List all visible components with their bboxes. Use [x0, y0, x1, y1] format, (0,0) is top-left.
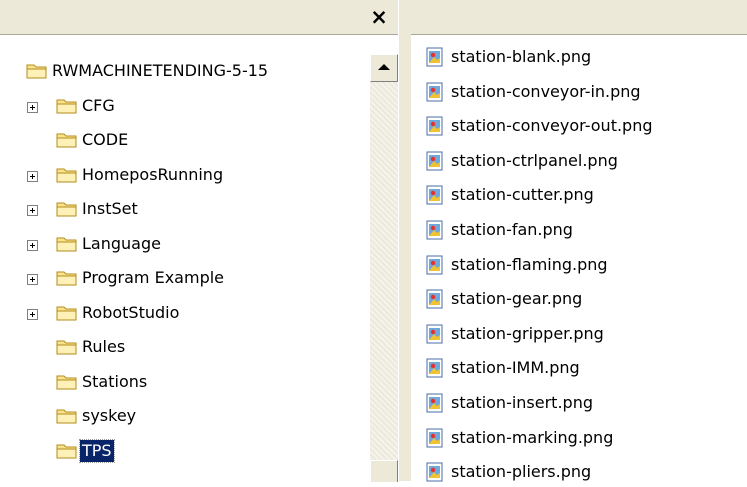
file-name: station-marking.png	[451, 427, 614, 447]
file-pane-header	[411, 0, 747, 35]
file-name: station-ctrlpanel.png	[451, 150, 618, 170]
file-name: station-conveyor-out.png	[451, 116, 653, 136]
tree-node-label[interactable]: RWMACHINETENDING-5-15	[50, 60, 270, 82]
tree-node-label[interactable]: CFG	[80, 95, 117, 117]
plus-expander-icon[interactable]	[27, 308, 38, 320]
tree-node-label[interactable]: syskey	[80, 405, 138, 427]
file-name: station-blank.png	[451, 47, 592, 66]
file-list-item[interactable]: station-fan.png	[411, 217, 747, 245]
tree-node[interactable]: HomeposRunning	[0, 163, 370, 191]
folder-pane-header: ×	[0, 0, 398, 35]
scrollbar-thumb[interactable]	[370, 460, 398, 482]
folder-icon	[56, 373, 78, 391]
file-list-item[interactable]: station-insert.png	[411, 390, 747, 418]
png-image-icon	[425, 289, 445, 309]
tree-node-label[interactable]: Stations	[80, 371, 149, 393]
tree-node[interactable]: Program Example	[0, 266, 370, 294]
tree-node[interactable]: TPS	[0, 438, 370, 467]
png-image-icon	[425, 358, 445, 378]
png-image-icon	[425, 324, 445, 344]
tree-node-label[interactable]: CODE	[80, 129, 130, 151]
file-list-item[interactable]: station-pliers.png	[411, 459, 747, 487]
plus-expander-icon[interactable]	[27, 101, 38, 113]
folder-icon	[26, 62, 48, 80]
file-name: station-IMM.png	[451, 358, 580, 378]
folder-icon	[56, 97, 78, 115]
folder-icon	[56, 166, 78, 184]
tree-node-label[interactable]: Language	[80, 233, 163, 255]
tree-node[interactable]: Language	[0, 232, 370, 260]
tree-node[interactable]: RobotStudio	[0, 301, 370, 329]
png-image-icon	[425, 393, 445, 413]
file-list-item[interactable]: station-gripper.png	[411, 321, 747, 349]
png-image-icon	[425, 462, 445, 482]
folder-icon	[56, 338, 78, 356]
tree-node-label[interactable]: InstSet	[80, 198, 140, 220]
png-image-icon	[425, 151, 445, 171]
plus-expander-icon[interactable]	[27, 205, 38, 216]
png-image-icon	[425, 255, 445, 275]
file-name: station-pliers.png	[451, 462, 592, 482]
file-list-item[interactable]: station-conveyor-out.png	[411, 113, 747, 141]
tree-node[interactable]: CODE	[0, 128, 370, 156]
tree-node[interactable]: InstSet	[0, 197, 370, 225]
close-icon[interactable]: ×	[366, 4, 392, 30]
folder-icon	[56, 200, 78, 218]
file-name: station-gripper.png	[451, 323, 604, 343]
file-name: station-fan.png	[451, 220, 573, 239]
folder-icon	[56, 407, 78, 425]
file-name: station-cutter.png	[451, 185, 594, 205]
file-list-item[interactable]: station-IMM.png	[411, 355, 747, 383]
tree-node[interactable]: CFG	[0, 94, 370, 122]
plus-expander-icon[interactable]	[27, 274, 38, 285]
plus-expander-icon[interactable]	[27, 239, 38, 251]
folder-icon	[56, 131, 78, 149]
tree-node-label[interactable]: HomeposRunning	[80, 164, 225, 186]
pane-splitter[interactable]	[398, 0, 412, 481]
file-list-item[interactable]: station-gear.png	[411, 286, 747, 314]
tree-root-node[interactable]: RWMACHINETENDING-5-15	[0, 59, 370, 87]
file-name: station-gear.png	[451, 289, 583, 309]
png-image-icon	[425, 185, 445, 205]
tree-node-label[interactable]: TPS	[79, 438, 115, 463]
folder-icon	[56, 235, 78, 253]
tree-node[interactable]: Rules	[0, 335, 370, 363]
folder-icon	[56, 442, 78, 460]
folder-tree: RWMACHINETENDING-5-15 CFG CODE HomeposRunni…	[0, 35, 370, 481]
arrow-up-icon[interactable]	[370, 54, 398, 82]
file-list-item[interactable]: station-marking.png	[411, 425, 747, 453]
plus-expander-icon[interactable]	[27, 170, 38, 182]
png-image-icon	[425, 428, 445, 448]
png-image-icon	[425, 82, 445, 102]
file-list-pane: station-blank.png station-conveyor-in.png…	[411, 0, 747, 482]
png-image-icon	[425, 47, 445, 67]
file-name: station-flaming.png	[451, 254, 608, 274]
file-list-item[interactable]: station-flaming.png	[411, 252, 747, 280]
tree-node[interactable]: Stations	[0, 370, 370, 398]
vertical-scrollbar[interactable]	[370, 54, 398, 482]
file-list-item[interactable]: station-conveyor-in.png	[411, 79, 747, 107]
folder-tree-pane: × RWMACHINETENDING-5-15 CFG CODE HomeposRun…	[0, 0, 398, 482]
folder-icon	[56, 304, 78, 322]
file-list-item[interactable]: station-cutter.png	[411, 182, 747, 210]
file-list-item[interactable]: station-ctrlpanel.png	[411, 148, 747, 176]
tree-node-label[interactable]: RobotStudio	[80, 302, 181, 324]
tree-node-label[interactable]: Rules	[80, 336, 127, 358]
file-name: station-conveyor-in.png	[451, 81, 641, 101]
folder-icon	[56, 269, 78, 287]
png-image-icon	[425, 116, 445, 136]
tree-node-label[interactable]: Program Example	[80, 267, 226, 289]
file-list-item[interactable]: station-blank.png	[411, 44, 747, 72]
file-name: station-insert.png	[451, 393, 593, 412]
png-image-icon	[425, 220, 445, 240]
tree-node[interactable]: syskey	[0, 404, 370, 432]
